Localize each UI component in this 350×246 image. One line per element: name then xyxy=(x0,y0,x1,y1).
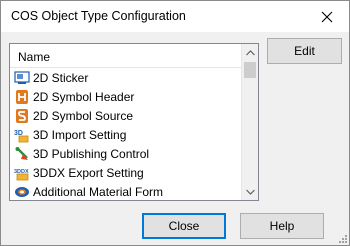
list-item[interactable]: 3DDX 3DDX Export Setting xyxy=(10,163,242,182)
chevron-up-icon xyxy=(245,49,255,55)
list-item[interactable]: 3D Publishing Control xyxy=(10,144,242,163)
title-bar[interactable]: COS Object Type Configuration xyxy=(1,1,349,32)
3ddx-export-icon: 3DDX xyxy=(14,165,30,181)
edit-button[interactable]: Edit xyxy=(267,38,342,64)
scroll-thumb[interactable] xyxy=(244,62,256,78)
list-item-label: Additional Material Form xyxy=(33,184,164,199)
column-header-name[interactable]: Name xyxy=(10,44,242,68)
vertical-scrollbar[interactable] xyxy=(241,44,258,200)
list-item-label: 2D Symbol Source xyxy=(33,108,134,123)
list-item-label: 3D Publishing Control xyxy=(33,146,150,161)
list-item-label: 3D Import Setting xyxy=(33,127,127,142)
window-title: COS Object Type Configuration xyxy=(11,9,186,23)
resize-grip-icon[interactable] xyxy=(337,233,347,243)
sticker-icon xyxy=(14,70,30,86)
list-item-label: 3DDX Export Setting xyxy=(33,165,144,180)
material-form-icon xyxy=(14,184,30,200)
scroll-down-button[interactable] xyxy=(242,183,258,200)
list-item[interactable]: Additional Material Form xyxy=(10,182,242,200)
3d-publishing-icon xyxy=(14,146,30,162)
chevron-down-icon xyxy=(245,189,255,195)
list-rows: 2D Sticker 2D Symbol Header 2D Symbol So… xyxy=(10,68,242,200)
3d-import-icon: 3D xyxy=(14,127,30,143)
close-button[interactable]: Close xyxy=(142,213,226,239)
list-item[interactable]: 2D Sticker xyxy=(10,68,242,87)
window-close-button[interactable] xyxy=(305,1,349,32)
list-item[interactable]: 2D Symbol Source xyxy=(10,106,242,125)
column-header-label: Name xyxy=(18,50,51,64)
scroll-up-button[interactable] xyxy=(242,44,258,61)
list-item-label: 2D Symbol Header xyxy=(33,89,135,104)
symbol-header-icon xyxy=(14,89,30,105)
close-icon xyxy=(321,11,333,22)
list-item-label: 2D Sticker xyxy=(33,70,89,85)
dialog-window: COS Object Type Configuration Name 2D St… xyxy=(0,0,350,246)
list-item[interactable]: 3D 3D Import Setting xyxy=(10,125,242,144)
object-type-list[interactable]: Name 2D Sticker 2D Symbol Header 2D Symb… xyxy=(9,43,259,201)
help-button[interactable]: Help xyxy=(240,213,324,239)
list-item[interactable]: 2D Symbol Header xyxy=(10,87,242,106)
symbol-source-icon xyxy=(14,108,30,124)
